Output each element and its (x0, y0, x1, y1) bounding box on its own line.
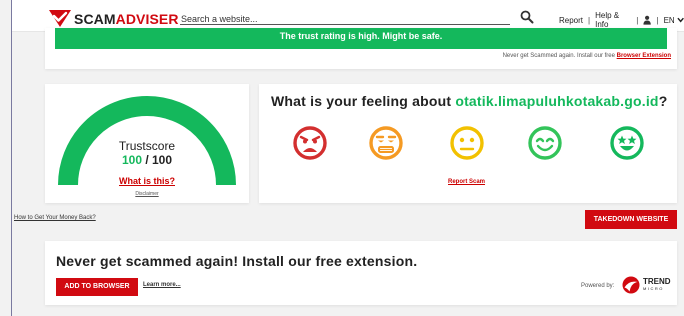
star-eyes-face-icon[interactable] (609, 125, 645, 161)
trustscore-card: Trustscore 100 / 100 What is this? Discl… (45, 84, 249, 203)
nav-help-link[interactable]: Help & Info (595, 11, 631, 29)
shield-check-icon (49, 10, 71, 27)
what-is-this-link[interactable]: What is this? (45, 176, 249, 186)
trustscore-value: 100 / 100 (121, 153, 173, 167)
search-icon[interactable] (520, 10, 534, 24)
search-bar (180, 9, 510, 25)
neutral-face-icon[interactable] (449, 125, 485, 161)
feeling-question: What is your feeling about otatik.limapu… (271, 93, 668, 109)
browser-extension-link[interactable]: Browser Extension (617, 53, 671, 59)
user-icon[interactable] (643, 15, 652, 25)
search-input[interactable] (180, 14, 510, 24)
extension-note: Never get Scammed again. Install our fre… (502, 53, 671, 59)
nav-separator: | (656, 15, 659, 25)
takedown-website-button[interactable]: TAKEDOWN WEBSITE (585, 210, 677, 229)
money-back-link[interactable]: How to Get Your Money Back? (14, 215, 96, 221)
trust-rating-banner: The trust rating is high. Might be safe. (55, 28, 667, 49)
learn-more-link[interactable]: Learn more... (143, 282, 181, 288)
language-selector[interactable]: EN (664, 16, 675, 25)
report-scam-link[interactable]: Report Scam (448, 179, 485, 185)
chevron-down-icon[interactable] (677, 17, 684, 23)
top-nav: Report | Help & Info | | EN (559, 11, 684, 29)
logo-text: SCAMADVISER (74, 10, 179, 27)
extension-title: Never get scammed again! Install our fre… (56, 253, 418, 269)
trust-banner-card: The trust rating is high. Might be safe.… (45, 28, 677, 69)
scamadviser-logo[interactable]: SCAMADVISER (48, 9, 179, 28)
powered-by-label: Powered by: (581, 283, 615, 289)
disclaimer-link[interactable]: Disclaimer (45, 191, 249, 197)
trend-micro-logo-text: TREND MICRO (643, 277, 671, 292)
annoyed-face-icon[interactable] (368, 125, 404, 161)
add-to-browser-button[interactable]: ADD TO BROWSER (56, 278, 138, 296)
website-domain: otatik.limapuluhkotakab.go.id (455, 93, 659, 109)
nav-separator: | (588, 15, 591, 25)
feeling-card: What is your feeling about otatik.limapu… (259, 84, 677, 203)
left-border (11, 0, 12, 316)
trustscore-label: Trustscore (118, 139, 176, 153)
happy-face-icon[interactable] (527, 125, 563, 161)
extension-card: Never get scammed again! Install our fre… (45, 241, 677, 305)
nav-separator: | (636, 15, 639, 25)
trend-micro-logo-icon (622, 276, 640, 294)
angry-face-icon[interactable] (292, 125, 328, 161)
nav-report-link[interactable]: Report (559, 16, 583, 25)
